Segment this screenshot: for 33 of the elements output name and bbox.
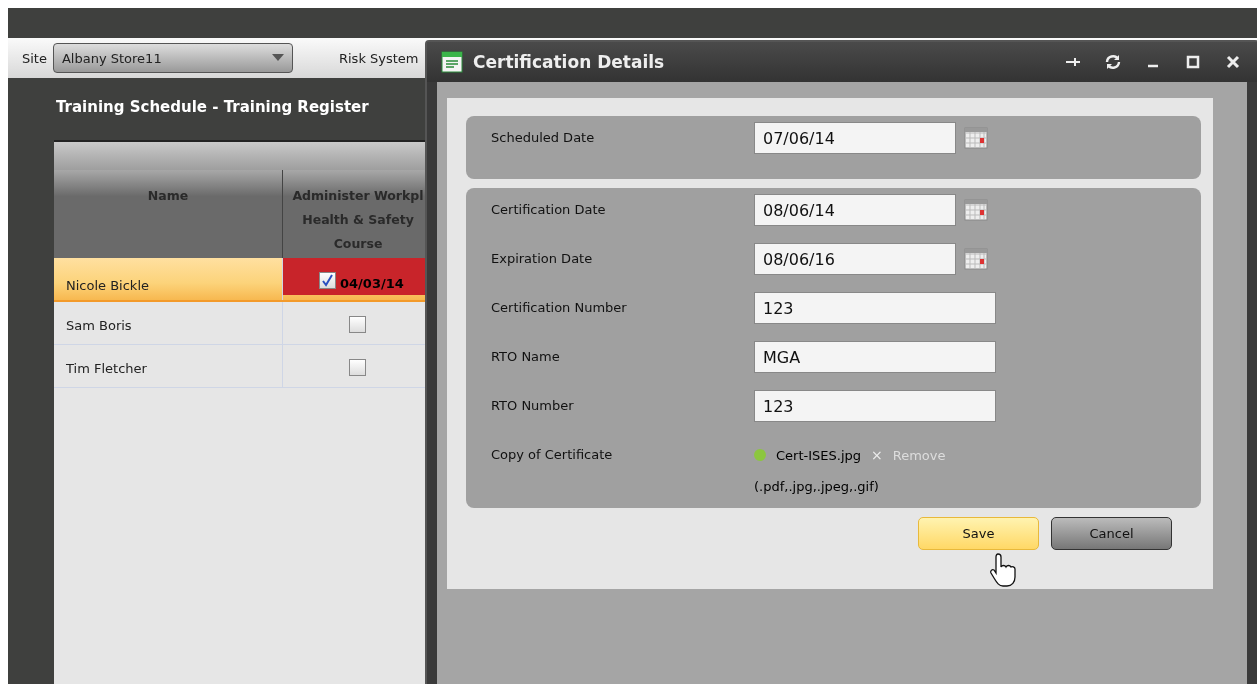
field-label: RTO Number [490,397,575,413]
refresh-icon[interactable] [1103,52,1123,72]
calendar-icon[interactable] [964,248,988,270]
name-cell: Tim Fletcher [54,345,283,387]
risk-system-label: Risk System [338,50,419,66]
name-cell: Sam Boris [54,302,283,344]
checkbox[interactable] [319,272,336,289]
calendar-icon[interactable] [964,127,988,149]
hand-cursor-icon [990,552,1016,588]
site-label: Site [22,50,47,66]
text-field[interactable]: MGA [754,341,996,373]
checkbox[interactable] [349,359,366,376]
text-field[interactable]: 123 [754,390,996,422]
dialog-title: Certification Details [473,52,665,72]
calendar-icon[interactable] [964,199,988,221]
field-label: Copy of Certificate [490,446,614,462]
name-cell: Nicole Bickle [54,258,283,300]
page-title: Training Schedule - Training Register [56,98,369,116]
form-icon [441,51,463,73]
field-label: Certification Date [490,201,607,217]
cancel-button[interactable]: Cancel [1051,517,1172,550]
text-field[interactable]: 123 [754,292,996,324]
date-field[interactable]: 08/06/14 [754,194,956,226]
checkbox[interactable] [349,316,366,333]
date-field[interactable]: 08/06/16 [754,243,956,275]
file-name: Cert-ISES.jpg [776,447,861,463]
date-text: 04/03/14 [340,276,404,291]
date-field[interactable]: 07/06/14 [754,122,956,154]
caret-icon [271,54,284,62]
file-types-hint: (.pdf,.jpg,.jpeg,.gif) [754,479,880,496]
field-label: Scheduled Date [490,129,596,145]
site-dropdown[interactable]: Albany Store11 [52,43,293,73]
save-button[interactable]: Save [918,517,1039,550]
